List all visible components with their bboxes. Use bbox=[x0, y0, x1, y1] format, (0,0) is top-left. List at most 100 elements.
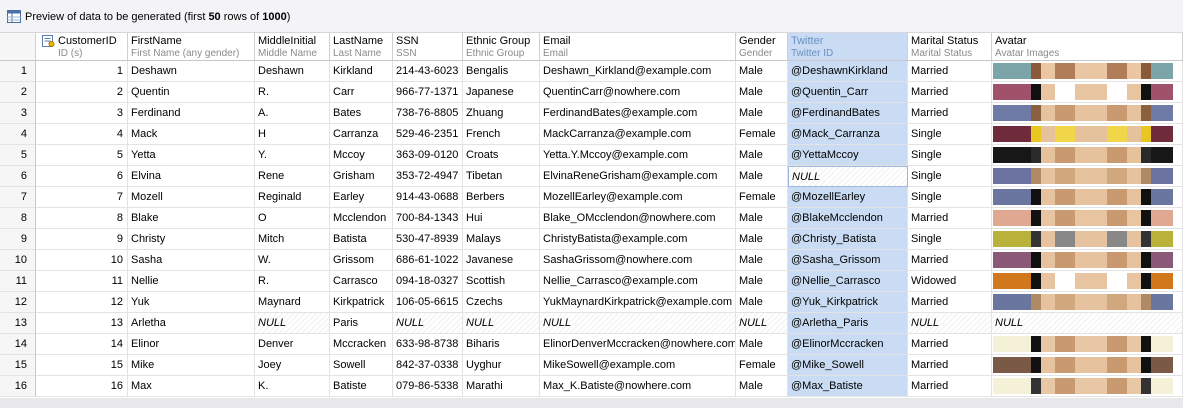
cell-last[interactable]: Mccoy bbox=[330, 145, 393, 166]
cell-last[interactable]: Grissom bbox=[330, 250, 393, 271]
cell-marital[interactable]: Married bbox=[908, 82, 992, 103]
cell-ssn[interactable]: 530-47-8939 bbox=[393, 229, 463, 250]
cell-first[interactable]: Blake bbox=[128, 208, 255, 229]
cell-marital[interactable]: Married bbox=[908, 103, 992, 124]
cell-twitter[interactable]: @Quentin_Carr bbox=[788, 82, 908, 103]
cell-twitter[interactable]: @Christy_Batista bbox=[788, 229, 908, 250]
cell-twitter[interactable]: @Nellie_Carrasco bbox=[788, 271, 908, 292]
cell-last[interactable]: Paris bbox=[330, 313, 393, 334]
cell-gender[interactable]: Male bbox=[736, 208, 788, 229]
cell-first[interactable]: Ferdinand bbox=[128, 103, 255, 124]
cell-avatar[interactable] bbox=[992, 208, 1183, 229]
cell-email[interactable]: Nellie_Carrasco@example.com bbox=[540, 271, 736, 292]
column-header-id[interactable]: CustomerID ID (s) bbox=[36, 33, 128, 61]
cell-marital[interactable]: Married bbox=[908, 61, 992, 82]
cell-avatar[interactable] bbox=[992, 292, 1183, 313]
cell-last[interactable]: Kirkpatrick bbox=[330, 292, 393, 313]
cell-ethnic[interactable]: Berbers bbox=[463, 187, 540, 208]
cell-last[interactable]: Grisham bbox=[330, 166, 393, 187]
cell-marital[interactable]: Married bbox=[908, 376, 992, 397]
cell-ssn[interactable]: 363-09-0120 bbox=[393, 145, 463, 166]
column-header-middle[interactable]: MiddleInitial Middle Name bbox=[255, 33, 330, 61]
cell-first[interactable]: Christy bbox=[128, 229, 255, 250]
cell-middle[interactable]: O bbox=[255, 208, 330, 229]
cell-twitter[interactable]: @Mack_Carranza bbox=[788, 124, 908, 145]
cell-ssn[interactable]: 353-72-4947 bbox=[393, 166, 463, 187]
cell-avatar[interactable] bbox=[992, 250, 1183, 271]
row-header[interactable]: 6 bbox=[0, 166, 36, 187]
cell-id[interactable]: 10 bbox=[36, 250, 128, 271]
grid-corner[interactable] bbox=[0, 33, 36, 61]
cell-twitter[interactable]: @DeshawnKirkland bbox=[788, 61, 908, 82]
cell-middle[interactable]: W. bbox=[255, 250, 330, 271]
cell-email[interactable]: Yetta.Y.Mccoy@example.com bbox=[540, 145, 736, 166]
row-header[interactable]: 5 bbox=[0, 145, 36, 166]
cell-ethnic[interactable]: NULL bbox=[463, 313, 540, 334]
row-header[interactable]: 11 bbox=[0, 271, 36, 292]
cell-last[interactable]: Mcclendon bbox=[330, 208, 393, 229]
cell-twitter[interactable]: @MozellEarley bbox=[788, 187, 908, 208]
cell-ssn[interactable]: 686-61-1022 bbox=[393, 250, 463, 271]
cell-ssn[interactable]: 214-43-6023 bbox=[393, 61, 463, 82]
cell-ethnic[interactable]: Marathi bbox=[463, 376, 540, 397]
cell-avatar[interactable] bbox=[992, 61, 1183, 82]
column-header-twitter[interactable]: Twitter Twitter ID bbox=[788, 33, 908, 61]
cell-avatar[interactable] bbox=[992, 334, 1183, 355]
cell-gender[interactable]: Male bbox=[736, 166, 788, 187]
cell-marital[interactable]: Widowed bbox=[908, 271, 992, 292]
cell-avatar[interactable] bbox=[992, 229, 1183, 250]
cell-id[interactable]: 12 bbox=[36, 292, 128, 313]
cell-middle[interactable]: R. bbox=[255, 271, 330, 292]
column-header-ssn[interactable]: SSN SSN bbox=[393, 33, 463, 61]
cell-first[interactable]: Mozell bbox=[128, 187, 255, 208]
cell-ssn[interactable]: 842-37-0338 bbox=[393, 355, 463, 376]
cell-id[interactable]: 14 bbox=[36, 334, 128, 355]
cell-id[interactable]: 1 bbox=[36, 61, 128, 82]
cell-avatar[interactable] bbox=[992, 376, 1183, 397]
cell-avatar[interactable] bbox=[992, 166, 1183, 187]
cell-email[interactable]: MackCarranza@example.com bbox=[540, 124, 736, 145]
cell-ethnic[interactable]: Japanese bbox=[463, 82, 540, 103]
cell-ethnic[interactable]: Tibetan bbox=[463, 166, 540, 187]
row-header[interactable]: 10 bbox=[0, 250, 36, 271]
cell-marital[interactable]: Single bbox=[908, 166, 992, 187]
cell-twitter[interactable]: @FerdinandBates bbox=[788, 103, 908, 124]
cell-middle[interactable]: H bbox=[255, 124, 330, 145]
cell-gender[interactable]: Female bbox=[736, 124, 788, 145]
cell-avatar[interactable] bbox=[992, 355, 1183, 376]
cell-email[interactable]: MikeSowell@example.com bbox=[540, 355, 736, 376]
horizontal-scrollbar[interactable] bbox=[0, 398, 1183, 408]
cell-ssn[interactable]: 700-84-1343 bbox=[393, 208, 463, 229]
cell-email[interactable]: SashaGrissom@nowhere.com bbox=[540, 250, 736, 271]
cell-twitter[interactable]: @YettaMccoy bbox=[788, 145, 908, 166]
cell-ethnic[interactable]: French bbox=[463, 124, 540, 145]
row-header[interactable]: 3 bbox=[0, 103, 36, 124]
row-header[interactable]: 9 bbox=[0, 229, 36, 250]
cell-gender[interactable]: Male bbox=[736, 250, 788, 271]
cell-ssn[interactable]: 966-77-1371 bbox=[393, 82, 463, 103]
row-header[interactable]: 1 bbox=[0, 61, 36, 82]
cell-email[interactable]: Blake_OMcclendon@nowhere.com bbox=[540, 208, 736, 229]
cell-first[interactable]: Yetta bbox=[128, 145, 255, 166]
cell-ethnic[interactable]: Scottish bbox=[463, 271, 540, 292]
cell-ethnic[interactable]: Hui bbox=[463, 208, 540, 229]
cell-id[interactable]: 5 bbox=[36, 145, 128, 166]
cell-ethnic[interactable]: Biharis bbox=[463, 334, 540, 355]
row-header[interactable]: 14 bbox=[0, 334, 36, 355]
cell-ssn[interactable]: 106-05-6615 bbox=[393, 292, 463, 313]
cell-middle[interactable]: Rene bbox=[255, 166, 330, 187]
cell-avatar[interactable]: NULL bbox=[992, 313, 1183, 334]
column-header-first[interactable]: FirstName First Name (any gender) bbox=[128, 33, 255, 61]
row-header[interactable]: 15 bbox=[0, 355, 36, 376]
cell-avatar[interactable] bbox=[992, 187, 1183, 208]
cell-ethnic[interactable]: Bengalis bbox=[463, 61, 540, 82]
cell-last[interactable]: Carrasco bbox=[330, 271, 393, 292]
cell-last[interactable]: Earley bbox=[330, 187, 393, 208]
cell-middle[interactable]: K. bbox=[255, 376, 330, 397]
cell-last[interactable]: Batista bbox=[330, 229, 393, 250]
cell-email[interactable]: Max_K.Batiste@nowhere.com bbox=[540, 376, 736, 397]
cell-email[interactable]: FerdinandBates@example.com bbox=[540, 103, 736, 124]
cell-first[interactable]: Elinor bbox=[128, 334, 255, 355]
cell-last[interactable]: Sowell bbox=[330, 355, 393, 376]
cell-first[interactable]: Elvina bbox=[128, 166, 255, 187]
